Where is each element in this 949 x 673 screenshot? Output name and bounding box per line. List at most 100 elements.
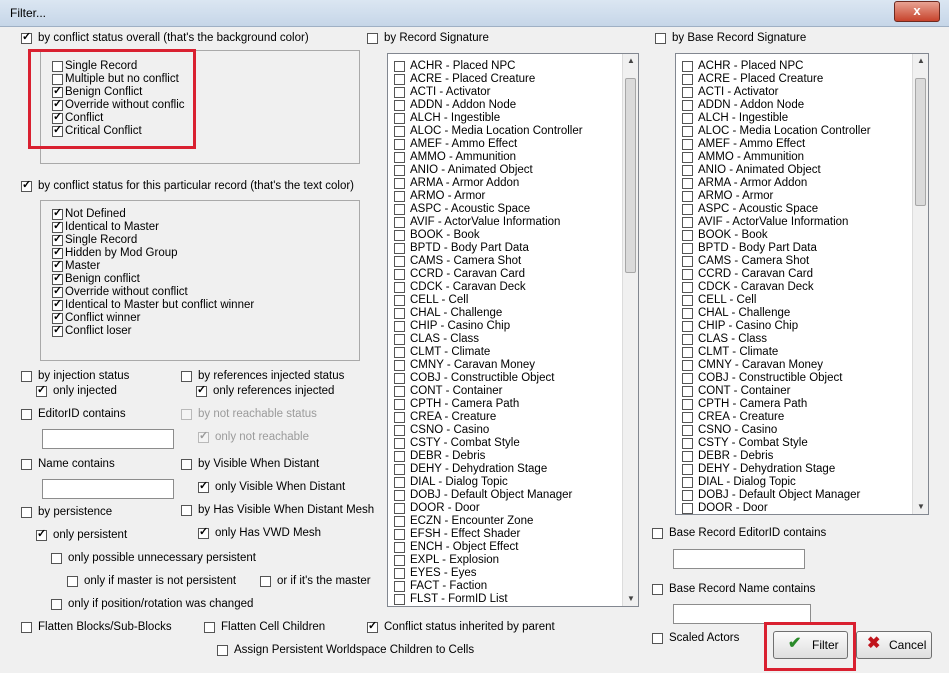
base-signature-item[interactable]: ADDN - Addon Node (676, 99, 916, 112)
master-not-persistent-checkbox[interactable] (67, 576, 78, 587)
record-signature-item-checkbox[interactable] (394, 334, 405, 345)
base-signature-item[interactable]: ACHR - Placed NPC (676, 60, 916, 73)
base-signature-item-checkbox[interactable] (682, 230, 693, 241)
scaled-actors-checkbox[interactable] (652, 633, 663, 644)
references-injected-checkbox[interactable] (181, 371, 192, 382)
base-signature-item-checkbox[interactable] (682, 308, 693, 319)
base-signature-item-checkbox[interactable] (682, 412, 693, 423)
base-signature-item[interactable]: CHAL - Challenge (676, 307, 916, 320)
base-signature-item-checkbox[interactable] (682, 282, 693, 293)
record-signature-item[interactable]: EXPL - Explosion (388, 554, 628, 567)
record-signature-item[interactable]: BPTD - Body Part Data (388, 242, 628, 255)
cancel-button[interactable]: ✖ Cancel (856, 631, 932, 659)
inherited-checkbox[interactable]: ✓ (367, 620, 378, 633)
record-signature-item-checkbox[interactable] (394, 126, 405, 137)
record-signature-item[interactable]: CCRD - Caravan Card (388, 268, 628, 281)
only-vwd-mesh-checkbox[interactable]: ✓ (198, 526, 209, 539)
record-signature-item[interactable]: CREA - Creature (388, 411, 628, 424)
record-signature-item-checkbox[interactable] (394, 282, 405, 293)
record-signature-item[interactable]: CLMT - Climate (388, 346, 628, 359)
position-changed-checkbox[interactable] (51, 599, 62, 610)
record-item-checkbox[interactable]: ✓ (52, 233, 63, 246)
name-checkbox[interactable] (21, 459, 32, 470)
close-button[interactable]: x (894, 1, 940, 22)
base-signature-item[interactable]: CSNO - Casino (676, 424, 916, 437)
base-name-checkbox[interactable] (652, 584, 663, 595)
base-signature-item[interactable]: CONT - Container (676, 385, 916, 398)
record-signature-item-checkbox[interactable] (394, 178, 405, 189)
record-signature-item-checkbox[interactable] (394, 347, 405, 358)
record-signature-item-checkbox[interactable] (394, 503, 405, 514)
visible-distant-checkbox[interactable] (181, 459, 192, 470)
record-signature-item-checkbox[interactable] (394, 87, 405, 98)
base-signature-item-checkbox[interactable] (682, 503, 693, 514)
base-signature-item-checkbox[interactable] (682, 399, 693, 410)
base-signature-item-checkbox[interactable] (682, 425, 693, 436)
record-signature-item[interactable]: ARMA - Armor Addon (388, 177, 628, 190)
base-signature-item[interactable]: CLMT - Climate (676, 346, 916, 359)
base-signature-item[interactable]: CAMS - Camera Shot (676, 255, 916, 268)
record-signature-item[interactable]: CONT - Container (388, 385, 628, 398)
base-signature-item-checkbox[interactable] (682, 490, 693, 501)
base-signature-item[interactable]: DOBJ - Default Object Manager (676, 489, 916, 502)
record-item-checkbox[interactable]: ✓ (52, 207, 63, 220)
base-signature-item[interactable]: CPTH - Camera Path (676, 398, 916, 411)
base-signature-item[interactable]: CLAS - Class (676, 333, 916, 346)
record-signature-item-checkbox[interactable] (394, 555, 405, 566)
base-signature-item-checkbox[interactable] (682, 269, 693, 280)
record-signature-item-checkbox[interactable] (394, 399, 405, 410)
base-signature-item-checkbox[interactable] (682, 438, 693, 449)
record-signature-item[interactable]: AMEF - Ammo Effect (388, 138, 628, 151)
flatten-blocks-checkbox[interactable] (21, 622, 32, 633)
record-signature-item-checkbox[interactable] (394, 308, 405, 319)
record-signature-item[interactable]: CAMS - Camera Shot (388, 255, 628, 268)
only-injected-checkbox[interactable]: ✓ (36, 384, 47, 397)
record-signature-item[interactable]: FLST - FormID List (388, 593, 628, 606)
record-signature-item-checkbox[interactable] (394, 594, 405, 605)
scroll-down-arrow-icon[interactable]: ▼ (913, 500, 928, 514)
record-signature-item-checkbox[interactable] (394, 230, 405, 241)
overall-item-checkbox[interactable]: ✓ (52, 124, 63, 137)
overall-item-checkbox[interactable] (52, 61, 63, 72)
record-signature-item-checkbox[interactable] (394, 386, 405, 397)
record-signature-item-checkbox[interactable] (394, 490, 405, 501)
record-signature-item-checkbox[interactable] (394, 516, 405, 527)
record-signature-item-checkbox[interactable] (394, 165, 405, 176)
flatten-cell-checkbox[interactable] (204, 622, 215, 633)
record-signature-item[interactable]: ASPC - Acoustic Space (388, 203, 628, 216)
record-signature-item[interactable]: ARMO - Armor (388, 190, 628, 203)
base-signature-item[interactable]: ANIO - Animated Object (676, 164, 916, 177)
base-signature-item[interactable]: CSTY - Combat Style (676, 437, 916, 450)
base-signature-item-checkbox[interactable] (682, 178, 693, 189)
record-signature-item[interactable]: CHIP - Casino Chip (388, 320, 628, 333)
base-signature-item-checkbox[interactable] (682, 113, 693, 124)
base-signature-item[interactable]: DEHY - Dehydration Stage (676, 463, 916, 476)
record-signature-item[interactable]: DEBR - Debris (388, 450, 628, 463)
base-signature-item[interactable]: ARMO - Armor (676, 190, 916, 203)
base-signature-item-checkbox[interactable] (682, 464, 693, 475)
base-signature-item[interactable]: BPTD - Body Part Data (676, 242, 916, 255)
base-signature-item[interactable]: AMEF - Ammo Effect (676, 138, 916, 151)
record-signature-item[interactable]: ALCH - Ingestible (388, 112, 628, 125)
overall-item-checkbox[interactable]: ✓ (52, 111, 63, 124)
record-signature-item-checkbox[interactable] (394, 191, 405, 202)
not-reachable-status-checkbox[interactable] (181, 409, 192, 420)
base-signature-item[interactable]: BOOK - Book (676, 229, 916, 242)
base-signature-item[interactable]: CCRD - Caravan Card (676, 268, 916, 281)
base-editorid-input[interactable] (673, 549, 805, 569)
record-signature-item[interactable]: CELL - Cell (388, 294, 628, 307)
record-signature-item[interactable]: CLAS - Class (388, 333, 628, 346)
unnecessary-persistent-checkbox[interactable] (51, 553, 62, 564)
record-signature-item-checkbox[interactable] (394, 568, 405, 579)
filter-button[interactable]: ✔ Filter (773, 631, 848, 659)
base-signature-item-checkbox[interactable] (682, 126, 693, 137)
record-signature-item-checkbox[interactable] (394, 269, 405, 280)
base-signature-item-checkbox[interactable] (682, 61, 693, 72)
base-signature-item[interactable]: AMMO - Ammunition (676, 151, 916, 164)
record-signature-item[interactable]: COBJ - Constructible Object (388, 372, 628, 385)
record-signature-item[interactable]: ALOC - Media Location Controller (388, 125, 628, 138)
base-signature-item-checkbox[interactable] (682, 87, 693, 98)
base-signature-item[interactable]: ASPC - Acoustic Space (676, 203, 916, 216)
base-signature-item-checkbox[interactable] (682, 191, 693, 202)
record-signature-item[interactable]: ENCH - Object Effect (388, 541, 628, 554)
